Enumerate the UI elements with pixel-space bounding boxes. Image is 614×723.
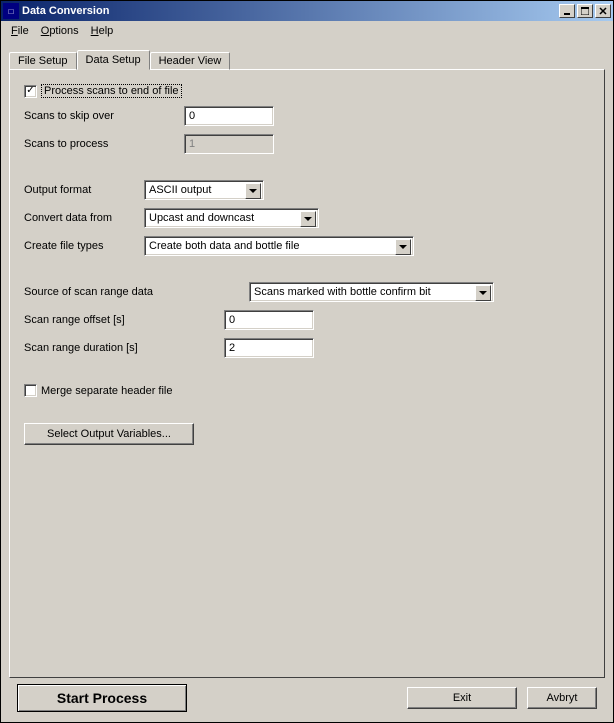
select-output-variables-button[interactable]: Select Output Variables... [24,423,194,445]
output-format-label: Output format [24,184,144,196]
window-title: Data Conversion [22,5,557,17]
process-scans-label: Process scans to end of file [41,84,182,98]
maximize-button[interactable] [577,4,593,18]
convert-from-select[interactable]: Upcast and downcast [144,208,319,228]
title-bar: □ Data Conversion [1,1,613,21]
scans-to-skip-input[interactable]: 0 [184,106,274,126]
client-area: File Setup Data Setup Header View Proces… [1,41,613,722]
process-scans-checkbox[interactable] [24,85,37,98]
create-file-types-label: Create file types [24,240,144,252]
bottom-button-bar: Start Process Exit Avbryt [9,678,605,720]
source-scan-range-label: Source of scan range data [24,286,249,298]
minimize-button[interactable] [559,4,575,18]
output-format-select[interactable]: ASCII output [144,180,264,200]
tab-strip: File Setup Data Setup Header View [9,50,605,70]
chevron-down-icon [475,285,491,301]
chevron-down-icon [395,239,411,255]
menu-options[interactable]: Options [35,23,85,39]
create-file-types-select[interactable]: Create both data and bottle file [144,236,414,256]
start-process-button[interactable]: Start Process [17,684,187,712]
convert-from-value: Upcast and downcast [149,212,254,224]
chevron-down-icon [245,183,261,199]
scan-range-offset-input[interactable]: 0 [224,310,314,330]
output-format-value: ASCII output [149,184,211,196]
source-scan-range-select[interactable]: Scans marked with bottle confirm bit [249,282,494,302]
tab-header-view[interactable]: Header View [150,52,231,70]
scan-range-offset-label: Scan range offset [s] [24,314,224,326]
window-control-buttons [557,4,611,18]
scan-range-duration-label: Scan range duration [s] [24,342,224,354]
tab-data-setup[interactable]: Data Setup [77,50,150,70]
menu-file[interactable]: File [5,23,35,39]
menu-help[interactable]: Help [85,23,120,39]
source-scan-range-value: Scans marked with bottle confirm bit [254,286,431,298]
merge-header-checkbox[interactable] [24,384,37,397]
cancel-button[interactable]: Avbryt [527,687,597,709]
chevron-down-icon [300,211,316,227]
scans-to-process-input: 1 [184,134,274,154]
create-file-types-value: Create both data and bottle file [149,240,299,252]
scans-to-process-label: Scans to process [24,138,184,150]
exit-button[interactable]: Exit [407,687,517,709]
close-button[interactable] [595,4,611,18]
app-icon: □ [3,3,19,19]
merge-header-label: Merge separate header file [41,385,172,397]
scans-to-skip-label: Scans to skip over [24,110,184,122]
menu-bar: File Options Help [1,21,613,41]
convert-from-label: Convert data from [24,212,144,224]
scan-range-duration-input[interactable]: 2 [224,338,314,358]
tab-file-setup[interactable]: File Setup [9,52,77,70]
tab-panel-data-setup: Process scans to end of file Scans to sk… [9,69,605,678]
application-window: □ Data Conversion File Options Help File… [0,0,614,723]
